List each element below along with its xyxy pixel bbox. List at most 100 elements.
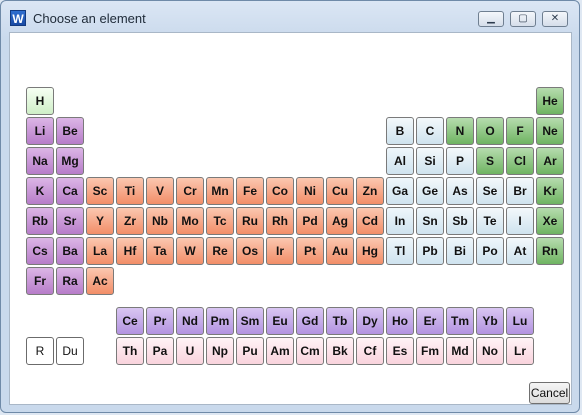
element-cell[interactable]: Tc — [206, 207, 234, 235]
element-cell[interactable]: Eu — [266, 307, 294, 335]
element-cell[interactable]: Au — [326, 237, 354, 265]
element-cell[interactable]: P — [446, 147, 474, 175]
element-cell[interactable]: Th — [116, 337, 144, 365]
element-cell[interactable]: Bi — [446, 237, 474, 265]
special-element-cell[interactable]: R — [26, 337, 54, 365]
element-cell[interactable]: Po — [476, 237, 504, 265]
element-cell[interactable]: Ar — [536, 147, 564, 175]
element-cell[interactable]: F — [506, 117, 534, 145]
element-cell[interactable]: Cd — [356, 207, 384, 235]
element-cell[interactable]: Nd — [176, 307, 204, 335]
special-element-cell[interactable]: Du — [56, 337, 84, 365]
element-cell[interactable]: Si — [416, 147, 444, 175]
element-cell[interactable]: In — [386, 207, 414, 235]
element-cell[interactable]: Os — [236, 237, 264, 265]
element-cell[interactable]: H — [26, 87, 54, 115]
element-cell[interactable]: Sc — [86, 177, 114, 205]
element-cell[interactable]: Ce — [116, 307, 144, 335]
element-cell[interactable]: Pt — [296, 237, 324, 265]
element-cell[interactable]: Ca — [56, 177, 84, 205]
element-cell[interactable]: Mo — [176, 207, 204, 235]
element-cell[interactable]: Mg — [56, 147, 84, 175]
element-cell[interactable]: Pr — [146, 307, 174, 335]
element-cell[interactable]: Md — [446, 337, 474, 365]
element-cell[interactable]: O — [476, 117, 504, 145]
element-cell[interactable]: Pa — [146, 337, 174, 365]
element-cell[interactable]: Ta — [146, 237, 174, 265]
element-cell[interactable]: Be — [56, 117, 84, 145]
element-cell[interactable]: I — [506, 207, 534, 235]
element-cell[interactable]: La — [86, 237, 114, 265]
element-cell[interactable]: Yb — [476, 307, 504, 335]
element-cell[interactable]: Te — [476, 207, 504, 235]
element-cell[interactable]: Pd — [296, 207, 324, 235]
element-cell[interactable]: Rh — [266, 207, 294, 235]
element-cell[interactable]: As — [446, 177, 474, 205]
element-cell[interactable]: Sb — [446, 207, 474, 235]
maximize-button[interactable]: ▢ — [510, 11, 536, 27]
element-cell[interactable]: Rn — [536, 237, 564, 265]
element-cell[interactable]: Cu — [326, 177, 354, 205]
element-cell[interactable]: Pu — [236, 337, 264, 365]
element-cell[interactable]: Tb — [326, 307, 354, 335]
element-cell[interactable]: Cf — [356, 337, 384, 365]
element-cell[interactable]: Kr — [536, 177, 564, 205]
element-cell[interactable]: V — [146, 177, 174, 205]
element-cell[interactable]: Bk — [326, 337, 354, 365]
element-cell[interactable]: Xe — [536, 207, 564, 235]
element-cell[interactable]: Ni — [296, 177, 324, 205]
element-cell[interactable]: Sr — [56, 207, 84, 235]
element-cell[interactable]: Ho — [386, 307, 414, 335]
element-cell[interactable]: Co — [266, 177, 294, 205]
element-cell[interactable]: K — [26, 177, 54, 205]
element-cell[interactable]: Li — [26, 117, 54, 145]
element-cell[interactable]: C — [416, 117, 444, 145]
element-cell[interactable]: Ge — [416, 177, 444, 205]
element-cell[interactable]: Re — [206, 237, 234, 265]
element-cell[interactable]: Na — [26, 147, 54, 175]
element-cell[interactable]: Cm — [296, 337, 324, 365]
element-cell[interactable]: Ru — [236, 207, 264, 235]
element-cell[interactable]: Tm — [446, 307, 474, 335]
element-cell[interactable]: Pm — [206, 307, 234, 335]
element-cell[interactable]: Ga — [386, 177, 414, 205]
element-cell[interactable]: U — [176, 337, 204, 365]
element-cell[interactable]: Pb — [416, 237, 444, 265]
element-cell[interactable]: Fm — [416, 337, 444, 365]
element-cell[interactable]: N — [446, 117, 474, 145]
element-cell[interactable]: Np — [206, 337, 234, 365]
element-cell[interactable]: He — [536, 87, 564, 115]
element-cell[interactable]: Er — [416, 307, 444, 335]
element-cell[interactable]: Ir — [266, 237, 294, 265]
element-cell[interactable]: Es — [386, 337, 414, 365]
element-cell[interactable]: Se — [476, 177, 504, 205]
element-cell[interactable]: Ba — [56, 237, 84, 265]
element-cell[interactable]: S — [476, 147, 504, 175]
title-bar[interactable]: W Choose an element ▁ ▢ ✕ — [1, 1, 579, 33]
element-cell[interactable]: Mn — [206, 177, 234, 205]
element-cell[interactable]: Tl — [386, 237, 414, 265]
element-cell[interactable]: Zn — [356, 177, 384, 205]
element-cell[interactable]: B — [386, 117, 414, 145]
element-cell[interactable]: Cr — [176, 177, 204, 205]
element-cell[interactable]: Nb — [146, 207, 174, 235]
element-cell[interactable]: Y — [86, 207, 114, 235]
element-cell[interactable]: Am — [266, 337, 294, 365]
element-cell[interactable]: Al — [386, 147, 414, 175]
element-cell[interactable]: Sn — [416, 207, 444, 235]
element-cell[interactable]: Hf — [116, 237, 144, 265]
element-cell[interactable]: Gd — [296, 307, 324, 335]
close-button[interactable]: ✕ — [542, 11, 568, 27]
cancel-button[interactable]: Cancel — [529, 382, 570, 404]
element-cell[interactable]: Ti — [116, 177, 144, 205]
element-cell[interactable]: Ac — [86, 267, 114, 295]
minimize-button[interactable]: ▁ — [478, 11, 504, 27]
element-cell[interactable]: Br — [506, 177, 534, 205]
element-cell[interactable]: Cl — [506, 147, 534, 175]
element-cell[interactable]: Lr — [506, 337, 534, 365]
element-cell[interactable]: Fe — [236, 177, 264, 205]
element-cell[interactable]: Dy — [356, 307, 384, 335]
element-cell[interactable]: Rb — [26, 207, 54, 235]
element-cell[interactable]: W — [176, 237, 204, 265]
element-cell[interactable]: Ne — [536, 117, 564, 145]
